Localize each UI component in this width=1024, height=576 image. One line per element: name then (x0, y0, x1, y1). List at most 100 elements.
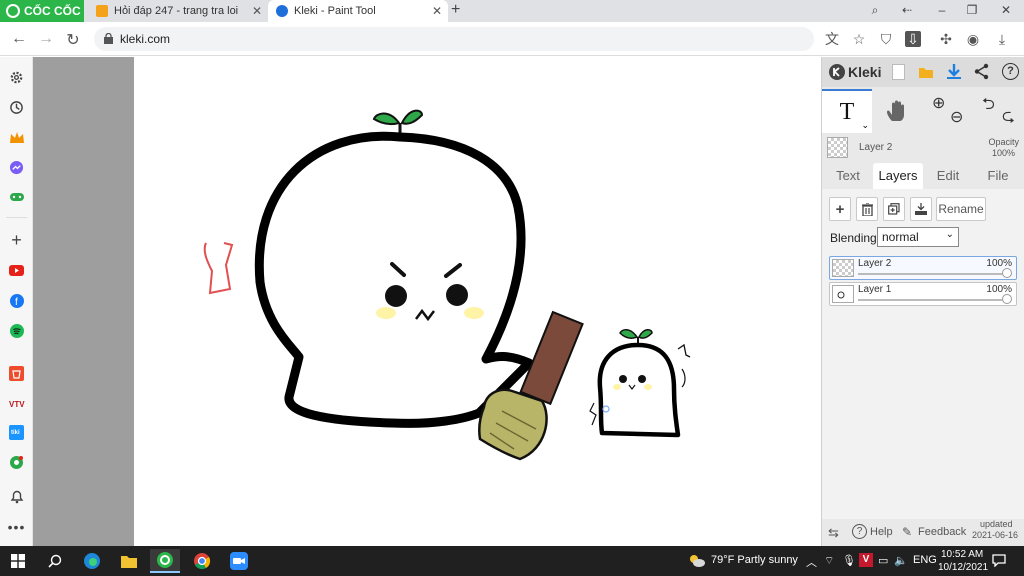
open-folder-icon[interactable] (918, 64, 934, 80)
undo-icon[interactable]: ⮌ (982, 93, 995, 120)
bookmark-star-icon[interactable]: ☆ (851, 31, 867, 47)
text-tool-button[interactable]: T ⌄ (822, 89, 872, 133)
close-tab-icon[interactable]: ✕ (432, 4, 442, 18)
tab-layers[interactable]: Layers (873, 163, 923, 189)
help-icon[interactable]: ? (1002, 63, 1019, 80)
more-icon[interactable]: ••• (8, 518, 25, 535)
tab-kleki[interactable]: Kleki - Paint Tool ✕ (268, 0, 448, 22)
maximize-icon[interactable]: ❐ (965, 3, 979, 17)
close-tab-icon[interactable]: ✕ (252, 4, 262, 18)
facebook-icon[interactable]: f (8, 292, 25, 309)
taskbar-coccoc[interactable] (150, 549, 180, 573)
game-controller-icon[interactable] (8, 188, 25, 205)
notification-bell-icon[interactable] (8, 488, 25, 505)
windows-start-icon[interactable] (11, 554, 25, 568)
tab-hoidap[interactable]: Hỏi đáp 247 - trang tra loi ✕ (88, 0, 268, 22)
shield-icon[interactable]: ⛉ (878, 31, 894, 47)
share-icon[interactable] (974, 63, 990, 80)
spotify-icon[interactable] (8, 322, 25, 339)
drawing-canvas[interactable] (134, 57, 821, 546)
help-link[interactable]: Help (870, 526, 893, 538)
layer-thumbnail (827, 137, 848, 158)
save-download-icon[interactable] (946, 63, 962, 80)
clock-time[interactable]: 10:52 AM (941, 549, 983, 560)
clock-date[interactable]: 10/12/2021 (938, 562, 988, 573)
new-image-icon[interactable] (892, 64, 905, 80)
current-layer-info: Layer 2 Opacity 100% (822, 135, 1024, 165)
download-extension-icon[interactable]: ⇩ (905, 31, 921, 47)
redo-icon[interactable]: ⮎ (1002, 105, 1015, 132)
profile-icon[interactable]: ◉ (965, 31, 981, 47)
kleki-header: Kleki ? (822, 57, 1024, 87)
search-icon[interactable] (48, 554, 62, 568)
drawing-artwork (203, 109, 691, 461)
zoom-out-icon[interactable]: ⊖ (950, 107, 963, 127)
ball-game-icon[interactable] (8, 454, 25, 471)
tray-chevron-up-icon[interactable]: ︿ (806, 554, 817, 570)
taskbar-edge[interactable] (77, 549, 107, 573)
close-window-icon[interactable]: ✕ (999, 3, 1013, 17)
panel-tabs: Text Layers Edit File (822, 163, 1024, 189)
slider-handle[interactable] (1002, 294, 1012, 304)
slider-handle[interactable] (1002, 268, 1012, 278)
settings-gear-icon[interactable] (8, 69, 25, 86)
weather-cloud-sun-icon (690, 555, 705, 567)
help-circle-icon[interactable]: ? (852, 524, 867, 539)
layer-opacity-slider[interactable] (858, 299, 1002, 301)
layer-row-layer1[interactable]: Layer 1 100% (829, 282, 1017, 306)
tab-text[interactable]: Text (824, 163, 872, 189)
youtube-icon[interactable] (8, 262, 25, 279)
merge-down-button[interactable] (910, 197, 932, 221)
browser-brand[interactable]: CỐC CỐC (0, 0, 84, 22)
notifications-icon[interactable] (992, 554, 1006, 567)
forward-icon[interactable]: → (37, 30, 55, 48)
messenger-icon[interactable] (8, 159, 25, 176)
volume-icon[interactable]: 🔈 (894, 554, 908, 567)
layer-opacity-slider[interactable] (858, 273, 1002, 275)
folder-icon (121, 555, 137, 568)
add-layer-button[interactable]: + (829, 197, 851, 221)
back-arrow-icon[interactable]: ⇠ (900, 3, 914, 17)
rename-layer-button[interactable]: Rename (936, 197, 986, 221)
feedback-link[interactable]: Feedback (918, 526, 966, 538)
taskbar-chrome[interactable] (187, 549, 217, 573)
history-icon[interactable] (8, 99, 25, 116)
chevron-down-icon[interactable]: ⌄ (861, 120, 869, 131)
translate-icon[interactable]: 文 (824, 31, 840, 47)
tab-file[interactable]: File (974, 163, 1022, 189)
tab-search-icon[interactable]: ⌕ (868, 3, 882, 18)
address-bar[interactable]: kleki.com (94, 27, 814, 51)
tiki-icon[interactable]: tiki (8, 424, 25, 441)
wifi-icon[interactable]: ⌔ (824, 554, 834, 568)
battery-icon[interactable]: ▭ (878, 554, 888, 567)
reload-icon[interactable]: ↻ (64, 30, 82, 50)
tab-edit[interactable]: Edit (924, 163, 972, 189)
hand-tool-button[interactable] (872, 89, 922, 133)
downloads-icon[interactable]: ⤓ (994, 31, 1010, 47)
chrome-icon (194, 553, 211, 570)
delete-layer-button[interactable] (856, 197, 878, 221)
microphone-icon[interactable]: 🎙 (842, 554, 856, 567)
updated-date: 2021-06-16 (972, 530, 1019, 540)
taskbar-zoom[interactable] (224, 549, 254, 573)
taskbar-file-explorer[interactable] (114, 549, 144, 573)
canvas-workspace[interactable] (33, 57, 821, 546)
layer-row-layer2[interactable]: Layer 2 100% (829, 256, 1017, 280)
crown-icon[interactable] (8, 129, 25, 146)
vtv-icon[interactable]: VTV (8, 395, 25, 412)
back-icon[interactable]: ← (10, 30, 28, 48)
swap-side-icon[interactable]: ⇆ (828, 525, 839, 541)
add-icon[interactable]: + (8, 230, 25, 250)
blending-select[interactable]: normal ⌄ (877, 227, 959, 247)
duplicate-layer-button[interactable] (883, 197, 905, 221)
shopee-icon[interactable] (8, 365, 25, 382)
kleki-favicon-icon (276, 5, 288, 17)
extensions-puzzle-icon[interactable]: ✣ (938, 31, 954, 47)
current-layer-name: Layer 2 (859, 142, 893, 153)
zoom-in-icon[interactable]: ⊕ (932, 93, 945, 113)
weather-text[interactable]: 79°F Partly sunny (711, 554, 798, 566)
vivaldi-tray-icon[interactable]: V (859, 553, 873, 567)
minimize-icon[interactable]: – (935, 3, 949, 17)
language-indicator[interactable]: ENG (913, 554, 937, 566)
new-tab-icon[interactable]: + (451, 1, 460, 19)
